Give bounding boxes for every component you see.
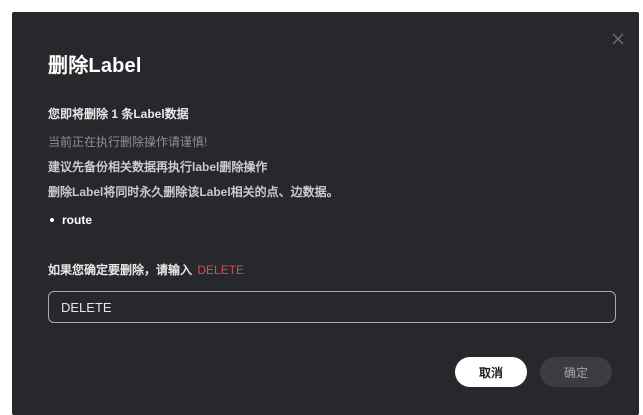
close-icon[interactable] <box>611 32 625 46</box>
confirm-input[interactable] <box>48 291 616 323</box>
confirm-prefix: 如果您确定要删除，请输入 <box>48 263 193 277</box>
confirm-button[interactable]: 确定 <box>540 357 612 387</box>
confirm-instruction: 如果您确定要删除，请输入 DELETE <box>48 261 244 278</box>
bullet-icon <box>50 217 54 222</box>
caution-text: 当前正在执行删除操作请谨慎! <box>48 135 208 149</box>
delete-label-dialog: 删除Label 您即将删除 1 条Label数据 当前正在执行删除操作请谨慎! … <box>12 12 639 415</box>
dialog-title: 删除Label <box>48 55 142 77</box>
label-list-item: route <box>50 213 92 227</box>
delete-summary: 您即将删除 1 条Label数据 <box>48 107 189 121</box>
backup-advice: 建议先备份相关数据再执行label删除操作 <box>48 160 268 174</box>
consequence-text: 删除Label将同时永久删除该Label相关的点、边数据。 <box>48 185 339 199</box>
confirm-keyword: DELETE <box>197 263 245 277</box>
label-name: route <box>62 213 92 227</box>
cancel-button[interactable]: 取消 <box>455 357 527 387</box>
